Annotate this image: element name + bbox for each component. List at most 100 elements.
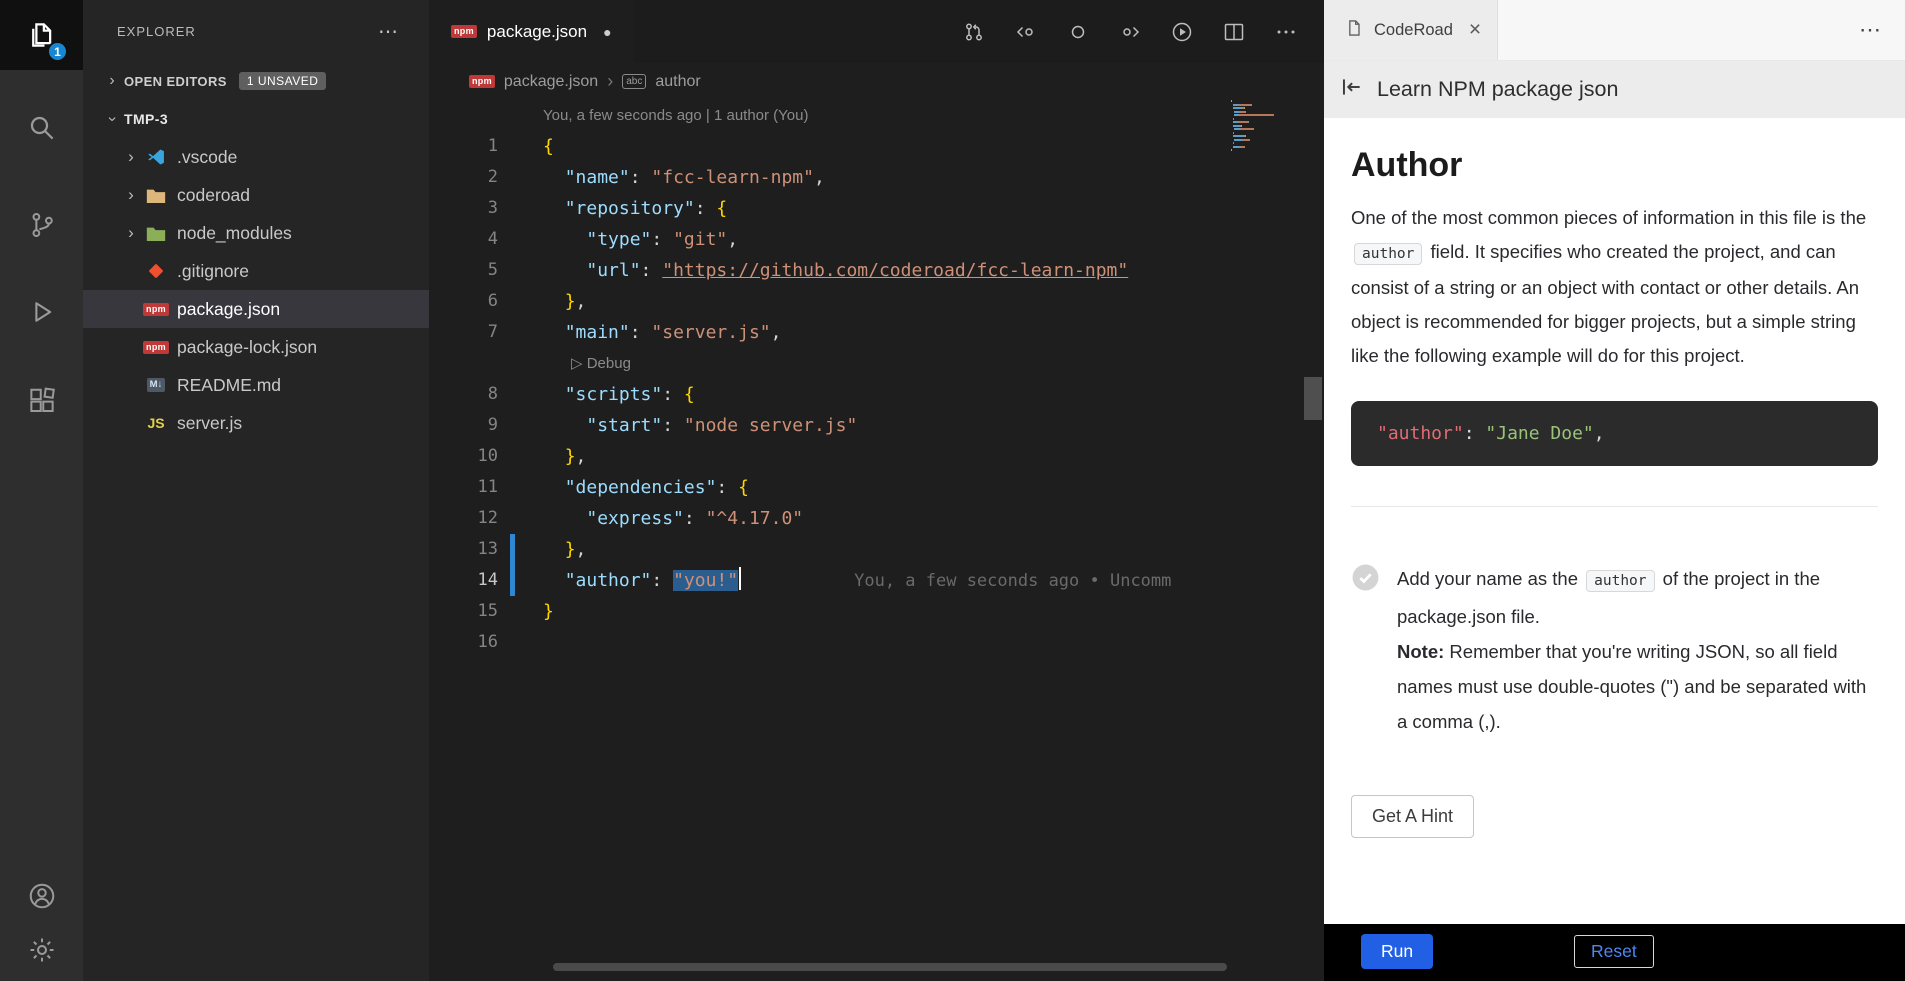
line-number: 3 [429, 193, 498, 224]
workspace-root-label: TMP-3 [124, 111, 168, 127]
coderoad-tab-label: CodeRoad [1374, 21, 1453, 40]
js-icon: JS [144, 411, 168, 435]
tab-coderoad[interactable]: CodeRoad × [1324, 0, 1498, 60]
code-line-3[interactable]: 3 "repository": { [429, 193, 1229, 224]
task-text: Add your name as the author of the proje… [1397, 561, 1878, 739]
minimap-marks [1231, 100, 1274, 155]
code-line-7[interactable]: 7 "main": "server.js", [429, 317, 1229, 348]
close-icon[interactable]: × [1469, 18, 1481, 42]
code-line-15[interactable]: 15} [429, 596, 1229, 627]
explorer-badge: 1 [47, 41, 68, 62]
npm-icon: npm [144, 297, 168, 321]
reset-button[interactable]: Reset [1574, 935, 1654, 968]
run-script-icon[interactable] [1170, 20, 1194, 44]
more-actions-icon[interactable]: ⋯ [1859, 17, 1883, 43]
file-tree: ›.vscode›coderoad›node_modules.gitignore… [83, 138, 429, 442]
tab-label: package.json [487, 22, 587, 42]
code-line-2[interactable]: 2 "name": "fcc-learn-npm", [429, 162, 1229, 193]
inline-code: author [1354, 243, 1422, 265]
settings-gear-icon[interactable] [0, 919, 83, 981]
tree-item-.gitignore[interactable]: .gitignore [83, 252, 429, 290]
webview-icon [1344, 18, 1364, 43]
more-actions-icon[interactable]: ⋯ [378, 19, 399, 44]
code-line-4[interactable]: 4 "type": "git", [429, 224, 1229, 255]
gutter-spacer [510, 131, 515, 162]
breadcrumb[interactable]: npm package.json › abc author [429, 63, 1324, 100]
more-actions-icon[interactable] [1274, 20, 1298, 44]
minimap[interactable] [1231, 100, 1274, 660]
extensions-icon[interactable] [0, 370, 83, 432]
editor-group: npm package.json ● [429, 0, 1324, 981]
line-number: 1 [429, 131, 498, 162]
back-to-menu-icon[interactable] [1338, 74, 1364, 106]
code-line-6[interactable]: 6 }, [429, 286, 1229, 317]
code-line-16[interactable]: 16 [429, 627, 1229, 658]
chevron-right-icon: › [118, 223, 144, 243]
npm-icon: npm [469, 75, 495, 88]
code-line-14[interactable]: 14 "author": "you!"You, a few seconds ag… [429, 565, 1229, 596]
code-editor[interactable]: You, a few seconds ago | 1 author (You)1… [429, 100, 1229, 658]
coderoad-footer: Run Reset [1324, 924, 1905, 981]
tree-item-package.json[interactable]: npmpackage.json [83, 290, 429, 328]
code-line-13[interactable]: 13 }, [429, 534, 1229, 565]
file-label: coderoad [177, 185, 250, 206]
horizontal-scrollbar[interactable] [553, 963, 1227, 971]
line-number: 4 [429, 224, 498, 255]
line-number: 16 [429, 627, 498, 658]
compare-changes-icon[interactable] [962, 20, 986, 44]
account-icon[interactable] [0, 865, 83, 927]
sidebar-header: EXPLORER ⋯ [83, 0, 429, 62]
symbol-string-icon: abc [622, 74, 646, 89]
code-line-11[interactable]: 11 "dependencies": { [429, 472, 1229, 503]
sidebar-title: EXPLORER [117, 24, 196, 39]
code-line-12[interactable]: 12 "express": "^4.17.0" [429, 503, 1229, 534]
file-label: .vscode [177, 147, 237, 168]
tree-item-node_modules[interactable]: ›node_modules [83, 214, 429, 252]
code-line-10[interactable]: 10 }, [429, 441, 1229, 472]
open-editors-section[interactable]: › OPEN EDITORS 1 UNSAVED [83, 62, 429, 100]
vertical-scrollbar[interactable] [1304, 377, 1322, 420]
modified-indicator [510, 534, 515, 565]
tab-package-json[interactable]: npm package.json ● [429, 0, 634, 63]
line-number: 13 [429, 534, 498, 565]
codelens[interactable]: You, a few seconds ago | 1 author (You) [429, 100, 1229, 131]
run-button[interactable]: Run [1361, 934, 1433, 969]
intro-paragraph: One of the most common pieces of informa… [1351, 201, 1878, 373]
divider [1351, 506, 1878, 507]
gutter-spacer [510, 410, 515, 441]
text-cursor [739, 567, 741, 590]
tree-item-package-lock.json[interactable]: npmpackage-lock.json [83, 328, 429, 366]
line-number: 7 [429, 317, 498, 348]
explorer-icon[interactable]: 1 [0, 0, 83, 70]
code-line-1[interactable]: 1{ [429, 131, 1229, 162]
run-debug-icon[interactable] [0, 281, 83, 343]
get-hint-button[interactable]: Get A Hint [1351, 795, 1474, 838]
file-label: .gitignore [177, 261, 249, 282]
breadcrumb-symbol[interactable]: author [655, 73, 700, 91]
workspace-root[interactable]: › TMP-3 [83, 100, 429, 138]
search-icon[interactable] [0, 97, 83, 159]
tree-item-.vscode[interactable]: ›.vscode [83, 138, 429, 176]
open-change-icon[interactable] [1066, 20, 1090, 44]
tutorial-title: Learn NPM package json [1377, 77, 1618, 102]
vscode-icon [144, 145, 168, 169]
tree-item-coderoad[interactable]: ›coderoad [83, 176, 429, 214]
tree-item-server.js[interactable]: JSserver.js [83, 404, 429, 442]
split-editor-icon[interactable] [1222, 20, 1246, 44]
previous-change-icon[interactable] [1014, 20, 1038, 44]
line-number: 2 [429, 162, 498, 193]
task-item: Add your name as the author of the proje… [1351, 561, 1878, 739]
code-line-5[interactable]: 5 "url": "https://github.com/coderoad/fc… [429, 255, 1229, 286]
source-control-icon[interactable] [0, 194, 83, 256]
line-number: 9 [429, 410, 498, 441]
gutter-spacer [510, 317, 515, 348]
gutter-spacer [510, 503, 515, 534]
codelens[interactable]: ▷ Debug [429, 348, 1229, 379]
line-number: 8 [429, 379, 498, 410]
code-line-8[interactable]: 8 "scripts": { [429, 379, 1229, 410]
code-line-9[interactable]: 9 "start": "node server.js" [429, 410, 1229, 441]
next-change-icon[interactable] [1118, 20, 1142, 44]
line-number: 12 [429, 503, 498, 534]
breadcrumb-file[interactable]: package.json [504, 73, 598, 91]
tree-item-README.md[interactable]: M↓README.md [83, 366, 429, 404]
